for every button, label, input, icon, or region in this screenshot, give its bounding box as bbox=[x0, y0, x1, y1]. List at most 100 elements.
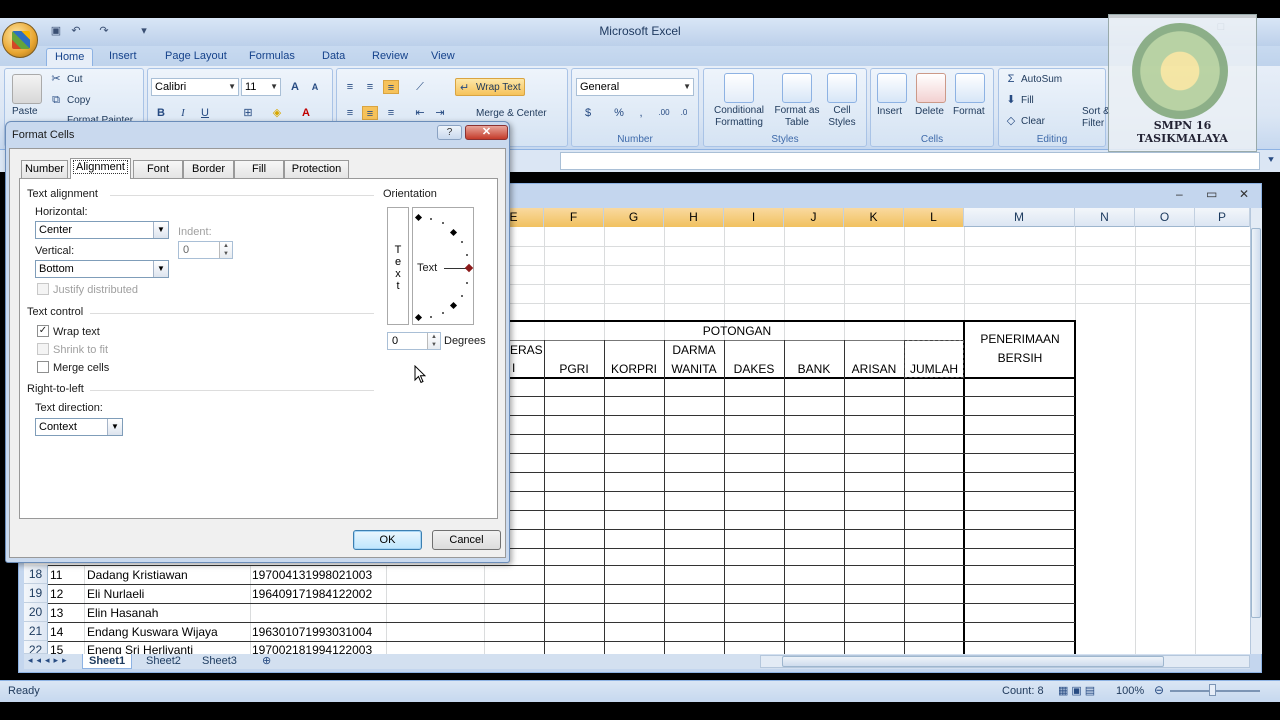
nip-cell[interactable]: 196409171984122002 bbox=[252, 587, 386, 601]
wb-minimize-icon[interactable]: – bbox=[1176, 187, 1183, 201]
tab-data[interactable]: Data bbox=[314, 48, 353, 66]
name-cell[interactable]: Eneng Sri Herlivanti bbox=[87, 643, 250, 654]
row-number-cell[interactable]: 15 bbox=[50, 644, 84, 654]
spinner-arrows-icon[interactable]: ▲ ▼ bbox=[427, 333, 440, 349]
font-size-select[interactable]: 11 ▼ bbox=[241, 78, 281, 96]
copy-icon[interactable]: ⧉ bbox=[48, 93, 64, 107]
fill-button[interactable]: Fill bbox=[1021, 95, 1034, 106]
column-header-l[interactable]: L bbox=[904, 208, 964, 227]
row-number-cell[interactable]: 14 bbox=[50, 625, 84, 639]
zoom-out-icon[interactable]: ⊖ bbox=[1154, 683, 1164, 697]
tab-sheet2[interactable]: Sheet2 bbox=[140, 654, 187, 669]
view-mode-icons[interactable]: ▦▣▤ bbox=[1058, 684, 1098, 697]
customize-qat-icon[interactable]: ▾ bbox=[136, 23, 152, 39]
zoom-slider-thumb[interactable] bbox=[1209, 684, 1216, 696]
borders-icon[interactable]: ⊞ bbox=[240, 106, 256, 120]
align-center-icon[interactable]: ≡ bbox=[362, 106, 378, 120]
row-number-cell[interactable]: 11 bbox=[50, 568, 84, 582]
bold-button[interactable]: B bbox=[153, 106, 169, 120]
row-header[interactable]: 19 bbox=[24, 584, 48, 603]
expand-formula-icon[interactable]: ⯆ bbox=[1267, 155, 1275, 166]
format-cells-button[interactable]: Format bbox=[953, 106, 985, 117]
horizontal-select[interactable]: Center ▼ bbox=[35, 221, 169, 239]
undo-icon[interactable]: ↶ bbox=[68, 23, 84, 39]
fill-color-icon[interactable]: ◈ bbox=[269, 106, 285, 120]
delete-cells-icon[interactable] bbox=[916, 73, 946, 103]
column-header-o[interactable]: O bbox=[1135, 208, 1195, 227]
insert-cells-icon[interactable] bbox=[877, 73, 907, 103]
shrink-font-icon[interactable]: A bbox=[307, 80, 323, 94]
cancel-button[interactable]: Cancel bbox=[432, 530, 501, 550]
conditional-formatting-icon[interactable] bbox=[724, 73, 754, 103]
font-family-select[interactable]: Calibri ▼ bbox=[151, 78, 239, 96]
indent-spinner[interactable]: 0 ▲ ▼ bbox=[178, 241, 233, 259]
chevron-down-icon[interactable]: ▼ bbox=[153, 222, 168, 238]
align-left-icon[interactable]: ≡ bbox=[342, 106, 358, 120]
orientation-icon[interactable]: ⟋ bbox=[412, 80, 428, 94]
merge-cells-checkbox[interactable] bbox=[37, 361, 49, 373]
tab-protection[interactable]: Protection bbox=[284, 160, 349, 178]
tab-fill[interactable]: Fill bbox=[234, 160, 284, 178]
cell-styles-icon[interactable] bbox=[827, 73, 857, 103]
office-button[interactable] bbox=[2, 22, 38, 58]
sort-filter-button[interactable]: Sort & bbox=[1082, 106, 1110, 117]
tab-review[interactable]: Review bbox=[364, 48, 416, 66]
name-cell[interactable]: Eli Nurlaeli bbox=[87, 587, 250, 601]
redo-icon[interactable]: ↷ bbox=[96, 23, 112, 39]
formula-input[interactable] bbox=[560, 152, 1260, 170]
cell-styles-button[interactable]: Cell Styles bbox=[822, 105, 862, 129]
chevron-down-icon[interactable]: ▼ bbox=[153, 261, 168, 277]
tab-number[interactable]: Number bbox=[21, 160, 68, 178]
autosum-button[interactable]: AutoSum bbox=[1021, 74, 1062, 85]
vertical-select[interactable]: Bottom ▼ bbox=[35, 260, 169, 278]
column-header-p[interactable]: P bbox=[1195, 208, 1250, 227]
conditional-formatting-button[interactable]: Conditional Formatting bbox=[707, 105, 771, 129]
help-button[interactable]: ? bbox=[437, 125, 462, 140]
column-header-n[interactable]: N bbox=[1075, 208, 1135, 227]
tab-font[interactable]: Font bbox=[133, 160, 183, 178]
row-number-cell[interactable]: 13 bbox=[50, 606, 84, 620]
save-icon[interactable]: ▣ bbox=[48, 23, 64, 39]
name-cell[interactable]: Dadang Kristiawan bbox=[87, 568, 250, 582]
row-header[interactable]: 20 bbox=[24, 603, 48, 622]
tab-page-layout[interactable]: Page Layout bbox=[157, 48, 235, 66]
tab-insert[interactable]: Insert bbox=[101, 48, 145, 66]
column-header-k[interactable]: K bbox=[844, 208, 904, 227]
dial-handle[interactable] bbox=[464, 263, 474, 273]
align-middle-icon[interactable]: ≡ bbox=[362, 80, 378, 94]
wb-restore-icon[interactable]: ▭ bbox=[1206, 187, 1217, 201]
row-header[interactable]: 21 bbox=[24, 622, 48, 641]
vertical-scroll-thumb[interactable] bbox=[1251, 228, 1261, 618]
italic-button[interactable]: I bbox=[175, 106, 191, 120]
decrease-indent-icon[interactable]: ⇤ bbox=[412, 106, 428, 120]
percent-button[interactable]: % bbox=[611, 106, 627, 120]
wrap-text-button[interactable]: Wrap Text ↵ bbox=[455, 78, 525, 96]
vertical-text-box[interactable]: T e x t bbox=[387, 207, 409, 325]
wb-close-icon[interactable]: ✕ bbox=[1239, 187, 1249, 201]
insert-sheet-icon[interactable]: ⊕ bbox=[262, 654, 271, 667]
zoom-level[interactable]: 100% bbox=[1116, 685, 1144, 697]
nip-cell[interactable]: 196301071993031004 bbox=[252, 625, 386, 639]
name-cell[interactable]: Endang Kuswara Wijaya bbox=[87, 625, 250, 639]
row-header[interactable]: 22 bbox=[24, 641, 48, 654]
text-direction-select[interactable]: Context ▼ bbox=[35, 418, 123, 436]
cut-icon[interactable]: ✂ bbox=[48, 72, 64, 86]
wrap-text-checkbox[interactable]: ✓ bbox=[37, 325, 49, 337]
tab-sheet3[interactable]: Sheet3 bbox=[196, 654, 243, 669]
column-header-i[interactable]: I bbox=[724, 208, 784, 227]
merge-center-button[interactable]: Merge & Center bbox=[476, 108, 547, 119]
clear-icon[interactable]: ◇ bbox=[1003, 114, 1019, 128]
comma-button[interactable]: , bbox=[633, 106, 649, 120]
underline-button[interactable]: U bbox=[197, 106, 213, 120]
decrease-decimal-icon[interactable]: .0 bbox=[676, 106, 692, 120]
delete-cells-button[interactable]: Delete bbox=[915, 106, 944, 117]
column-header-f[interactable]: F bbox=[544, 208, 604, 227]
autosum-icon[interactable]: Σ bbox=[1003, 72, 1019, 86]
horizontal-scroll-thumb[interactable] bbox=[782, 656, 1164, 667]
tab-formulas[interactable]: Formulas bbox=[241, 48, 303, 66]
row-header[interactable]: 18 bbox=[24, 565, 48, 584]
align-top-icon[interactable]: ≡ bbox=[342, 80, 358, 94]
nip-cell[interactable]: 197004131998021003 bbox=[252, 568, 386, 582]
degrees-spinner[interactable]: 0 ▲ ▼ bbox=[387, 332, 441, 350]
number-format-select[interactable]: General ▼ bbox=[576, 78, 694, 96]
